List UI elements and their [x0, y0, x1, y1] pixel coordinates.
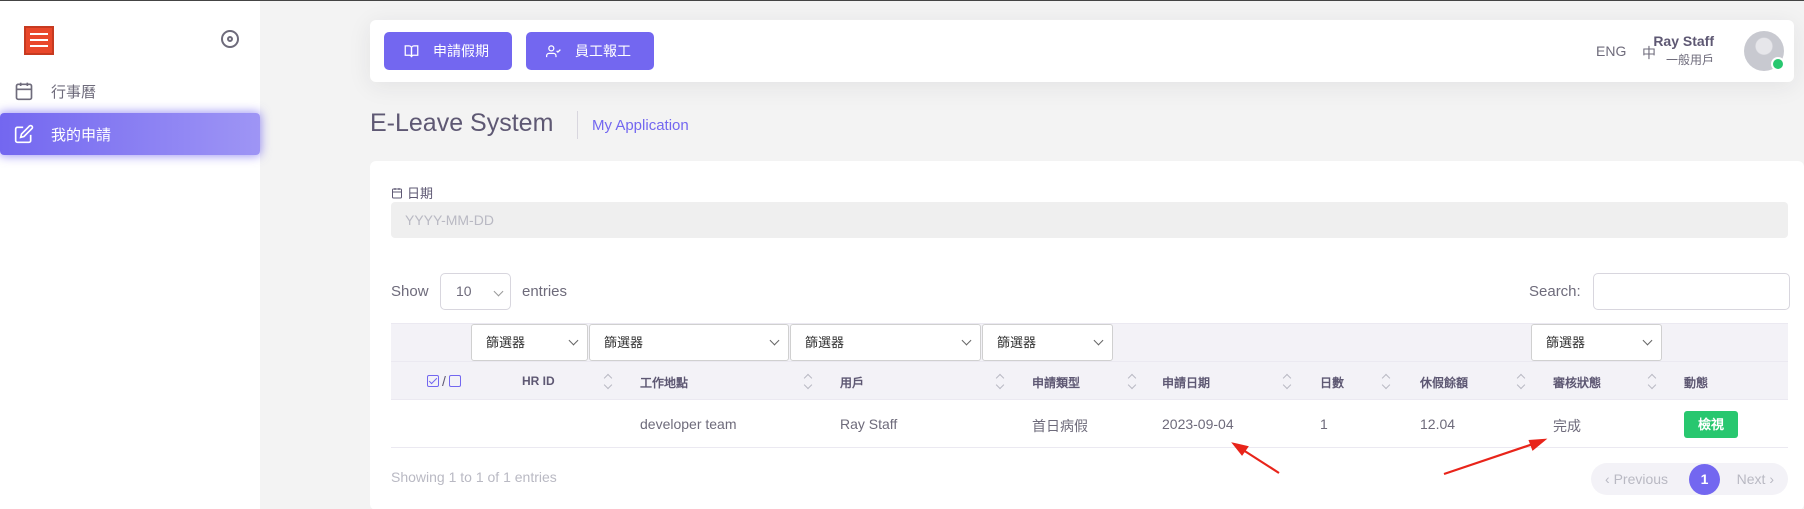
chevron-down-icon	[568, 335, 579, 346]
breadcrumb[interactable]: My Application	[592, 117, 689, 134]
filter-label: 篩選器	[1546, 335, 1586, 350]
breadcrumb-divider	[577, 111, 578, 139]
applications-card: 日期 YYYY-MM-DD Show 10 entries Search: 篩選…	[370, 161, 1804, 509]
cell-location: developer team	[640, 416, 737, 432]
cell-balance: 12.04	[1420, 416, 1456, 432]
filter-user[interactable]: 篩選器	[790, 324, 981, 361]
col-date[interactable]: 申請日期	[1162, 374, 1210, 391]
table-info: Showing 1 to 1 of 1 entries	[391, 469, 557, 485]
calendar-icon	[15, 82, 33, 101]
col-type[interactable]: 申請類型	[1032, 374, 1080, 391]
col-balance[interactable]: 休假餘額	[1420, 374, 1468, 391]
sort-icon[interactable]	[804, 373, 812, 391]
avatar[interactable]	[1744, 31, 1785, 71]
page-1-button[interactable]: 1	[1689, 464, 1720, 495]
filter-type[interactable]: 篩選器	[982, 324, 1113, 361]
apply-leave-label: 申請假期	[433, 43, 489, 59]
table-header-row: / HR ID 工作地點 用戶 申請類型 申請日期 日數 休假餘額 審核狀態 動…	[391, 361, 1788, 400]
user-role: 一般用戶	[1665, 53, 1714, 67]
cell-status: 完成	[1553, 418, 1581, 434]
sidebar-item-label: 我的申請	[51, 126, 112, 144]
sort-icon[interactable]	[1283, 373, 1291, 391]
col-hr-id[interactable]: HR ID	[522, 374, 555, 388]
filter-label: 篩選器	[805, 335, 845, 350]
staff-report-label: 員工報工	[575, 43, 631, 59]
sort-icon[interactable]	[1517, 373, 1525, 391]
pagination: ‹ Previous 1 Next ›	[1591, 463, 1788, 495]
table-row: developer team Ray Staff 首日病假 2023-09-04…	[391, 400, 1788, 448]
sidebar-toggle-icon[interactable]	[221, 30, 239, 48]
chevron-down-icon	[1642, 335, 1653, 346]
filter-location[interactable]: 篩選器	[589, 324, 789, 361]
show-label: Show	[391, 283, 429, 300]
sort-icon[interactable]	[1128, 373, 1136, 391]
uncheck-all-icon[interactable]	[448, 375, 461, 387]
check-separator: /	[442, 373, 446, 389]
chevron-down-icon	[769, 335, 780, 346]
col-user[interactable]: 用戶	[840, 374, 864, 391]
column-filter-row: 篩選器 篩選器 篩選器 篩選器 篩選器	[391, 323, 1788, 361]
sort-icon[interactable]	[1382, 373, 1390, 391]
select-all-control[interactable]: /	[427, 373, 461, 389]
filter-label: 篩選器	[604, 335, 644, 350]
filter-hr-id[interactable]: 篩選器	[471, 324, 588, 361]
top-navbar: 申請假期 員工報工 ENG 中 Ray Staff 一般用戶	[370, 20, 1794, 82]
sort-icon[interactable]	[604, 373, 612, 391]
date-label-text: 日期	[407, 186, 434, 201]
date-filter-label: 日期	[391, 183, 433, 202]
sidebar: 行事曆 我的申請	[0, 1, 260, 509]
search-input[interactable]	[1593, 273, 1790, 310]
sidebar-item-label: 行事曆	[51, 83, 97, 101]
cell-user: Ray Staff	[840, 416, 898, 432]
app-logo[interactable]	[24, 26, 54, 55]
calendar-icon	[392, 187, 402, 198]
page-length-select[interactable]: 10	[440, 273, 511, 310]
user-name[interactable]: Ray Staff	[1653, 33, 1714, 49]
lang-english[interactable]: ENG	[1596, 43, 1626, 59]
filter-label: 篩選器	[486, 335, 526, 350]
chevron-down-icon	[1093, 335, 1104, 346]
col-days[interactable]: 日數	[1320, 374, 1344, 391]
check-all-icon[interactable]	[427, 375, 439, 387]
book-open-icon	[404, 44, 419, 57]
cell-type: 首日病假	[1032, 418, 1088, 434]
next-label: Next	[1736, 471, 1766, 487]
chevron-down-icon	[961, 335, 972, 346]
apply-leave-button[interactable]: 申請假期	[384, 32, 512, 70]
edit-icon	[14, 124, 34, 144]
cell-date: 2023-09-04	[1162, 416, 1234, 432]
sort-icon[interactable]	[996, 373, 1004, 391]
cell-days: 1	[1320, 416, 1328, 432]
page-length-value: 10	[456, 283, 472, 299]
chevron-down-icon	[493, 286, 504, 297]
filter-label: 篩選器	[997, 335, 1037, 350]
sidebar-item-my-applications[interactable]: 我的申請	[0, 113, 260, 155]
next-page-button[interactable]: Next ›	[1737, 471, 1774, 487]
date-filter-input[interactable]: YYYY-MM-DD	[391, 202, 1788, 238]
entries-label: entries	[522, 283, 568, 300]
col-action: 動態	[1684, 376, 1709, 390]
search-label: Search:	[1529, 283, 1581, 300]
previous-label: Previous	[1613, 471, 1669, 487]
col-status[interactable]: 審核狀態	[1553, 374, 1601, 391]
previous-page-button[interactable]: ‹ Previous	[1605, 471, 1668, 487]
sidebar-item-calendar[interactable]: 行事曆	[0, 70, 260, 112]
view-button[interactable]: 檢視	[1684, 411, 1738, 438]
page-title: E-Leave System	[370, 109, 554, 137]
filter-status[interactable]: 篩選器	[1531, 324, 1662, 361]
user-check-icon	[546, 44, 561, 57]
col-location[interactable]: 工作地點	[640, 374, 688, 391]
sort-icon[interactable]	[1648, 373, 1656, 391]
staff-report-button[interactable]: 員工報工	[526, 32, 654, 70]
